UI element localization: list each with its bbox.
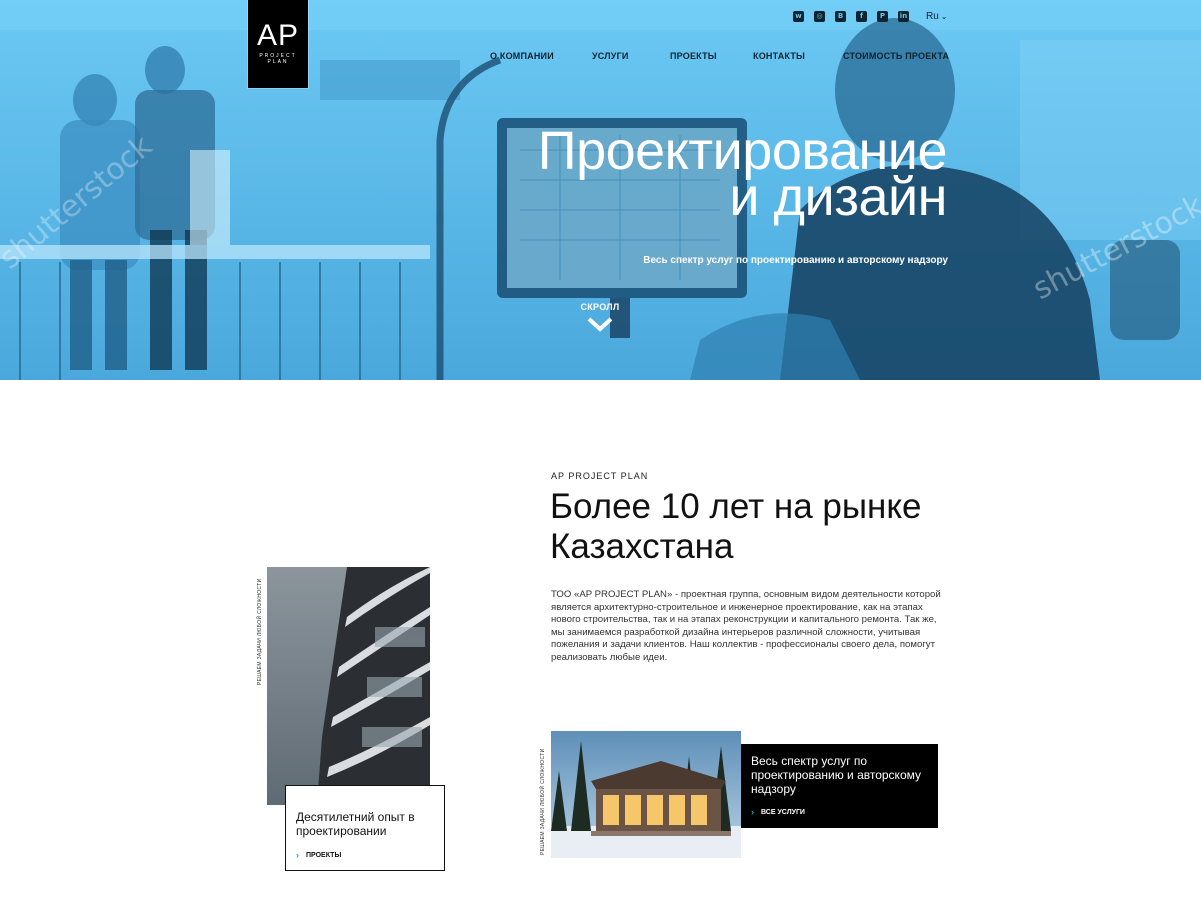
about-eyebrow: AP PROJECT PLAN	[551, 471, 649, 481]
chevron-down-icon	[587, 317, 613, 332]
hero-title: Проектирование и дизайн	[538, 124, 948, 224]
all-services-link[interactable]: › ВСЕ УСЛУГИ	[751, 807, 805, 817]
whatsapp-icon[interactable]: w	[793, 11, 804, 22]
site-logo[interactable]: AP PROJECT PLAN	[248, 0, 308, 88]
nav-item-services[interactable]: УСЛУГИ	[592, 51, 629, 61]
chevron-right-icon: ›	[751, 807, 754, 817]
hero-section: shutterstock shutterstock AP PROJECT PLA…	[0, 0, 1201, 380]
linkedin-icon[interactable]: in	[898, 11, 909, 22]
card-vertical-label: РЕШАЕМ ЗАДАЧИ ЛЮБОЙ СЛОЖНОСТИ	[257, 578, 263, 686]
services-card: Весь спектр услуг по проектированию и ав…	[741, 744, 938, 828]
services-card-title: Весь спектр услуг по проектированию и ав…	[751, 754, 922, 796]
experience-card-title: Десятилетний опыт в проектировании	[296, 810, 415, 838]
about-text: ТОО «AP PROJECT PLAN» - проектная группа…	[551, 589, 941, 663]
about-title: Более 10 лет на рынке Казахстана	[550, 487, 922, 566]
nav-item-about[interactable]: О КОМПАНИИ	[490, 51, 554, 61]
scroll-button[interactable]: СКРОЛЛ	[560, 302, 640, 334]
nav-item-projects[interactable]: ПРОЕКТЫ	[670, 51, 717, 61]
nav-item-project-cost[interactable]: СТОИМОСТЬ ПРОЕКТА	[843, 51, 949, 61]
projects-link-label: ПРОЕКТЫ	[306, 851, 342, 859]
building-image	[267, 567, 430, 805]
behance-icon[interactable]: B	[835, 11, 846, 22]
nav-item-contacts[interactable]: КОНТАКТЫ	[753, 51, 805, 61]
house-photo	[551, 731, 741, 858]
hero-subtitle: Весь спектр услуг по проектированию и ав…	[643, 255, 948, 266]
social-links: w ◎ B f P in	[793, 11, 909, 22]
pinterest-icon[interactable]: P	[877, 11, 888, 22]
facebook-icon[interactable]: f	[856, 11, 867, 22]
building-photo	[267, 567, 430, 805]
instagram-icon[interactable]: ◎	[814, 11, 825, 22]
card-vertical-label: РЕШАЕМ ЗАДАЧИ ЛЮБОЙ СЛОЖНОСТИ	[540, 748, 546, 856]
language-selector[interactable]: Ru ⌄	[926, 11, 948, 22]
chevron-right-icon: ›	[296, 850, 299, 860]
all-services-link-label: ВСЕ УСЛУГИ	[761, 808, 805, 816]
language-label: Ru	[926, 11, 939, 22]
logo-main-text: AP	[256, 19, 300, 52]
chevron-down-icon: ⌄	[940, 12, 948, 21]
main-nav: О КОМПАНИИ УСЛУГИ ПРОЕКТЫ КОНТАКТЫ СТОИМ…	[0, 51, 1201, 65]
experience-card: Десятилетний опыт в проектировании › ПРО…	[285, 785, 445, 871]
scroll-label: СКРОЛЛ	[580, 302, 620, 312]
projects-link[interactable]: › ПРОЕКТЫ	[296, 850, 341, 860]
house-image	[551, 731, 741, 858]
